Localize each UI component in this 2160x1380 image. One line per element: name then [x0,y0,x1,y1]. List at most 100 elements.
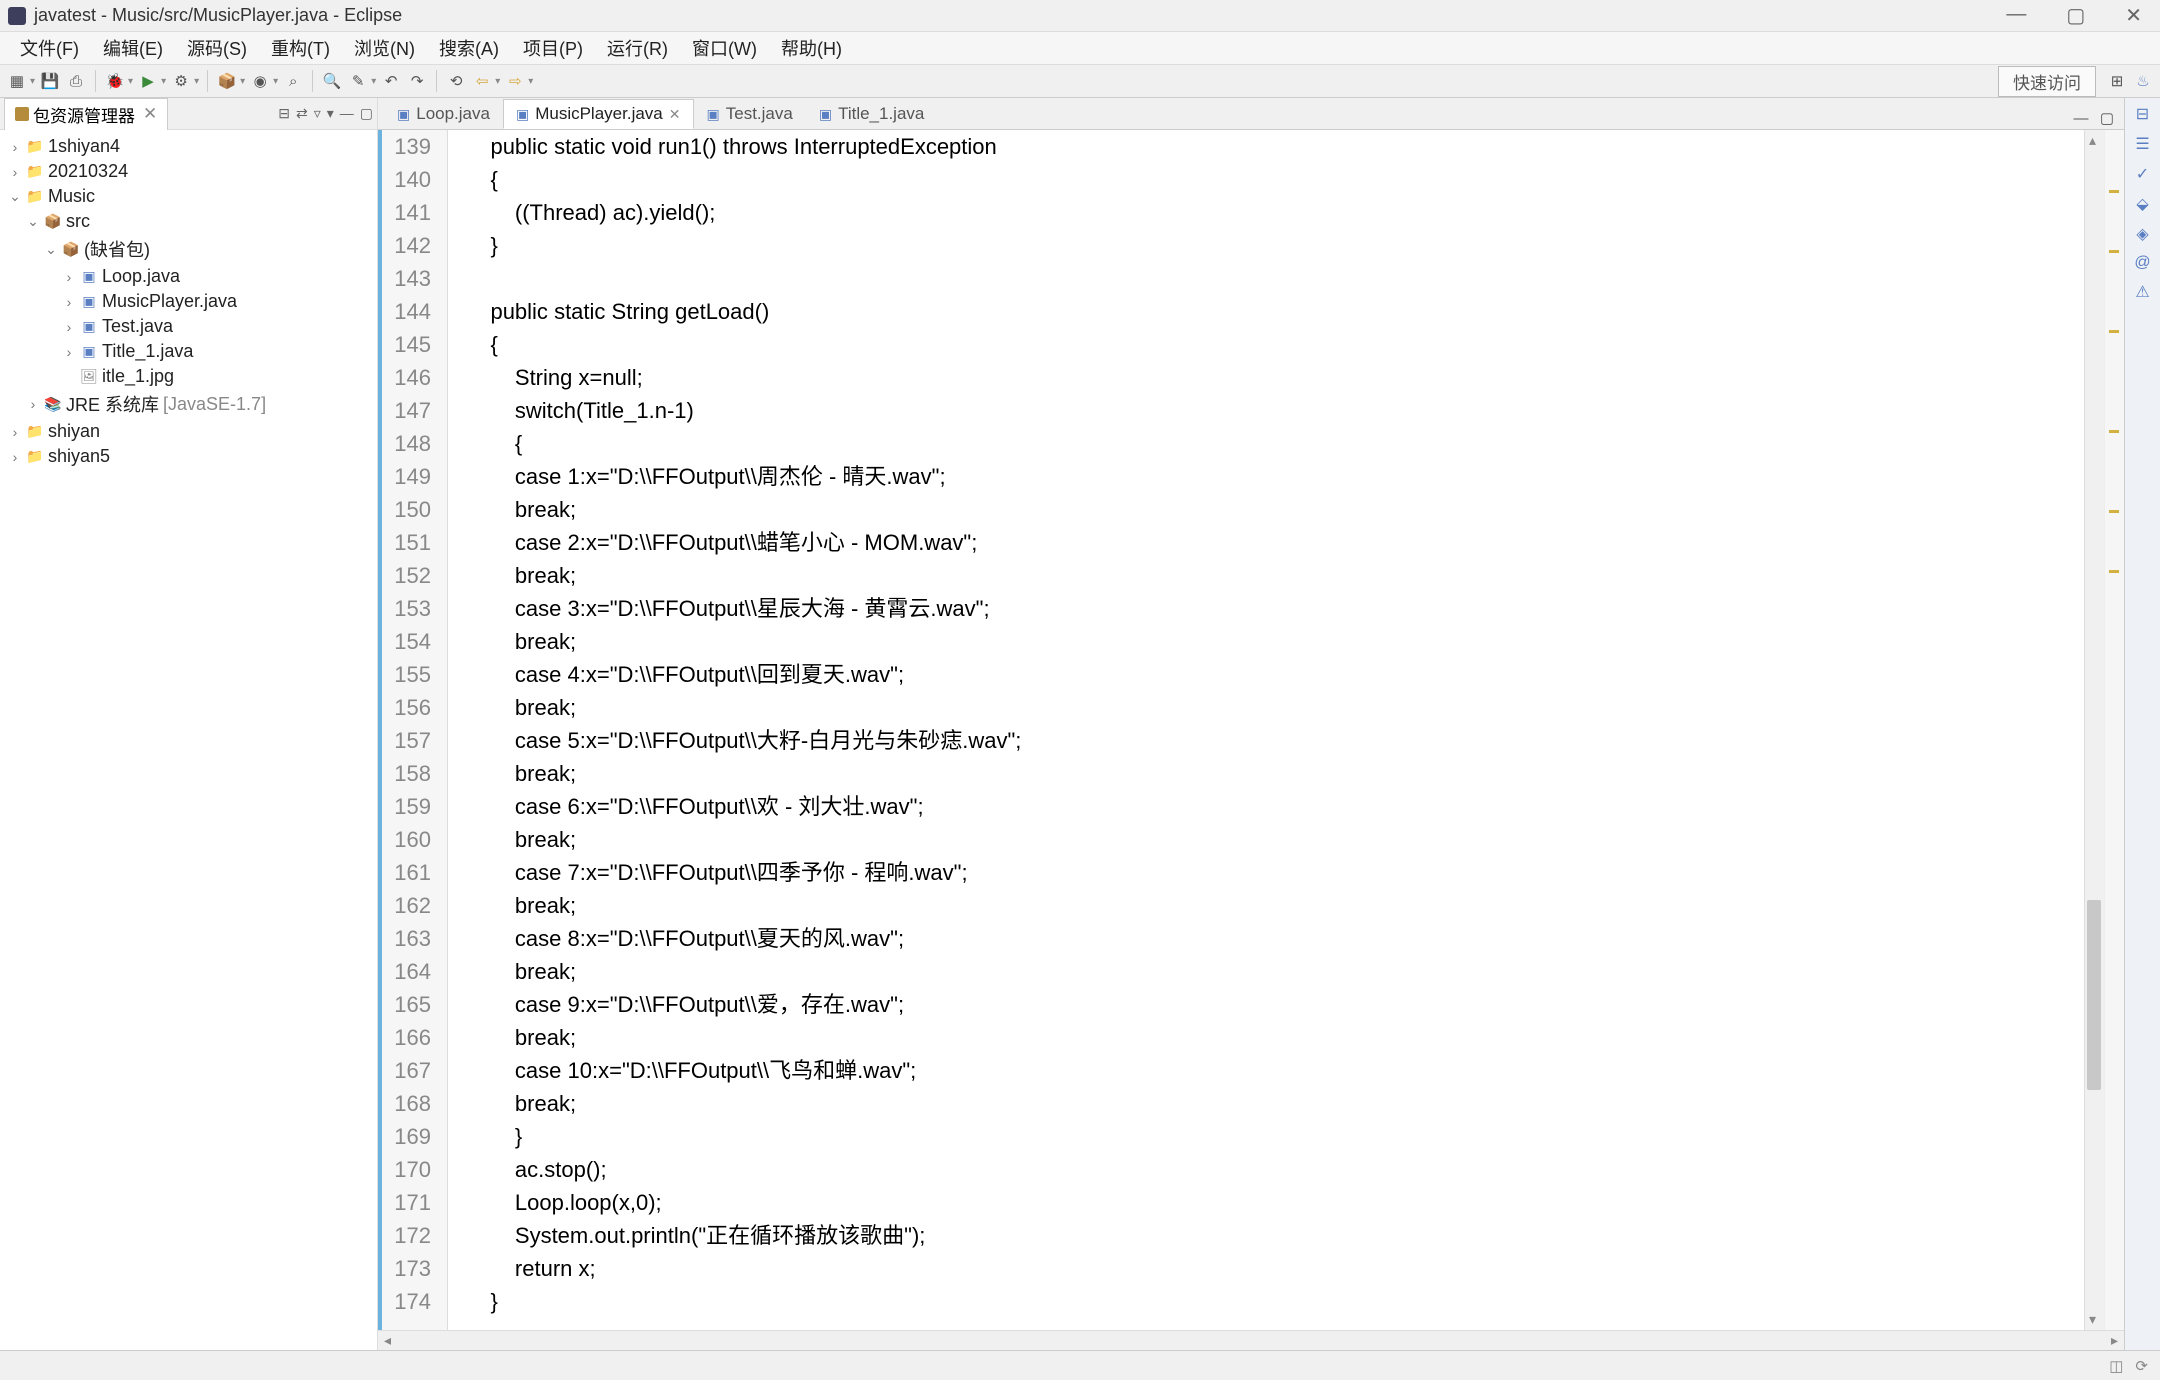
tab-label: Title_1.java [838,104,924,124]
perspective-switcher: ⊞ ♨ [2106,70,2154,92]
toolbar: ▦▾ 💾 ⎙ 🐞▾ ▶▾ ⚙▾ 📦▾ ◉▾ ⌕ 🔍 ✎▾ ↶ ↷ ⟲ ⇦▾ ⇨▾… [0,64,2160,98]
menu-bar: 文件(F)编辑(E)源码(S)重构(T)浏览(N)搜索(A)项目(P)运行(R)… [0,32,2160,64]
save-all-icon[interactable]: ⎙ [65,70,87,92]
package-explorer-tab[interactable]: 包资源管理器 ✕ [4,98,168,130]
collapse-all-icon[interactable]: ⊟ [278,105,290,122]
scroll-down-icon[interactable]: ▾ [2089,1311,2096,1328]
editor-tab[interactable]: ▣ Loop.java [384,99,503,129]
maximize-editor-icon[interactable]: ▢ [2096,107,2118,129]
package-explorer-title: 包资源管理器 [33,102,135,127]
filter-icon[interactable]: ▿ [314,105,321,122]
scroll-left-icon[interactable]: ◂ [378,1332,397,1349]
menu-item[interactable]: 运行(R) [595,31,680,65]
tab-label: Loop.java [416,104,490,124]
editor-tab[interactable]: ▣ Test.java [694,99,806,129]
tree-node[interactable]: ›▣Loop.java [8,264,369,289]
editor-tab[interactable]: ▣ Title_1.java [806,99,938,129]
status-icon-1[interactable]: ◫ [2109,1357,2123,1375]
minimize-editor-icon[interactable]: ― [2070,107,2092,129]
annotation-prev-icon[interactable]: ↶ [380,70,402,92]
package-explorer: 包资源管理器 ✕ ⊟ ⇄ ▿ ▾ ― ▢ ›📁1shiyan4›📁2021032… [0,98,378,1350]
javadoc-icon[interactable]: @ [2134,254,2150,272]
menu-item[interactable]: 重构(T) [259,31,342,65]
tree-node[interactable]: ⌄📁Music [8,184,369,209]
right-toolbar-strip: ⊟ ☰ ✓ ⬙ ◈ @ ⚠ [2124,98,2160,1350]
menu-item[interactable]: 编辑(E) [91,31,175,65]
editor-tab-tools: ― ▢ [2070,107,2124,129]
new-class-icon[interactable]: ◉ [249,70,271,92]
close-button[interactable]: ✕ [2115,3,2152,28]
minimize-button[interactable]: — [1996,3,2036,28]
horizontal-scrollbar[interactable]: ◂ ▸ [378,1330,2124,1350]
close-tab-icon[interactable]: ✕ [143,104,157,124]
declaration-icon[interactable]: ◈ [2136,224,2148,244]
editor-tab-bar: ▣ Loop.java ▣MusicPlayer.java✕ ▣ Test.java ▣ T… [378,98,2124,130]
tree-node[interactable]: ›▣Test.java [8,314,369,339]
status-icon-2[interactable]: ⟳ [2135,1357,2148,1375]
new-icon[interactable]: ▦ [6,70,28,92]
nav-forward-icon[interactable]: ⇨ [504,70,526,92]
tab-label: Test.java [726,104,793,124]
menu-item[interactable]: 窗口(W) [680,31,769,65]
view-menu-icon[interactable]: ▾ [327,105,334,122]
menu-item[interactable]: 源码(S) [175,31,259,65]
nav-back-icon[interactable]: ⇦ [471,70,493,92]
open-perspective-icon[interactable]: ⊞ [2106,70,2128,92]
save-icon[interactable]: 💾 [39,70,61,92]
scrollbar-thumb[interactable] [2087,900,2101,1090]
tree-node[interactable]: ⌄📦(缺省包) [8,234,369,264]
tree-node[interactable]: 🖼itle_1.jpg [8,364,369,389]
package-explorer-tab-bar: 包资源管理器 ✕ ⊟ ⇄ ▿ ▾ ― ▢ [0,98,377,130]
tree-node[interactable]: ›📁1shiyan4 [8,134,369,159]
maximize-view-icon[interactable]: ▢ [360,105,373,122]
last-edit-icon[interactable]: ⟲ [445,70,467,92]
tree-node[interactable]: ›▣Title_1.java [8,339,369,364]
toggle-mark-icon[interactable]: ✎ [347,70,369,92]
outline-icon[interactable]: ☰ [2135,134,2149,154]
java-file-icon: ▣ [707,106,720,123]
annotation-next-icon[interactable]: ↷ [406,70,428,92]
tree-node[interactable]: ›📁shiyan5 [8,444,369,469]
java-file-icon: ▣ [397,106,410,123]
package-tree: ›📁1shiyan4›📁20210324⌄📁Music⌄📦src⌄📦(缺省包)›… [0,130,377,473]
open-type-icon[interactable]: ⌕ [282,70,304,92]
workspace: 包资源管理器 ✕ ⊟ ⇄ ▿ ▾ ― ▢ ›📁1shiyan4›📁2021032… [0,98,2160,1350]
close-tab-icon[interactable]: ✕ [669,106,681,123]
tree-node[interactable]: ›▣MusicPlayer.java [8,289,369,314]
scroll-right-icon[interactable]: ▸ [2105,1332,2124,1349]
hierarchy-icon[interactable]: ⬙ [2136,194,2148,214]
tree-node[interactable]: ›📁shiyan [8,419,369,444]
editor-tab[interactable]: ▣MusicPlayer.java✕ [503,99,694,129]
title-bar: javatest - Music/src/MusicPlayer.java - … [0,0,2160,32]
new-package-icon[interactable]: 📦 [216,70,238,92]
problems-icon[interactable]: ⚠ [2135,282,2149,302]
overview-ruler[interactable] [2104,130,2124,1330]
vertical-scrollbar[interactable]: ▴ ▾ [2084,130,2104,1330]
link-editor-icon[interactable]: ⇄ [296,105,308,122]
tree-node[interactable]: ›📚JRE 系统库 [JavaSE-1.7] [8,389,369,419]
menu-item[interactable]: 项目(P) [511,31,595,65]
search-icon[interactable]: 🔍 [321,70,343,92]
package-explorer-tools: ⊟ ⇄ ▿ ▾ ― ▢ [278,105,373,122]
menu-item[interactable]: 浏览(N) [342,31,427,65]
editor-area: ▣ Loop.java ▣MusicPlayer.java✕ ▣ Test.java ▣ T… [378,98,2124,1350]
menu-item[interactable]: 文件(F) [8,31,91,65]
tree-node[interactable]: ›📁20210324 [8,159,369,184]
code-editor[interactable]: public static void run1() throws Interru… [448,130,2084,1330]
external-tools-icon[interactable]: ⚙ [170,70,192,92]
menu-item[interactable]: 帮助(H) [769,31,854,65]
menu-item[interactable]: 搜索(A) [427,31,511,65]
quick-access-input[interactable]: 快速访问 [1998,66,2096,97]
task-list-icon[interactable]: ✓ [2136,164,2149,184]
scroll-up-icon[interactable]: ▴ [2089,132,2096,149]
debug-icon[interactable]: 🐞 [104,70,126,92]
minimize-view-icon[interactable]: ― [340,105,354,122]
java-perspective-icon[interactable]: ♨ [2132,70,2154,92]
java-file-icon: ▣ [819,106,832,123]
run-icon[interactable]: ▶ [137,70,159,92]
restore-view-icon[interactable]: ⊟ [2136,104,2149,124]
status-bar: ◫ ⟳ [0,1350,2160,1380]
maximize-button[interactable]: ▢ [2056,3,2095,28]
tree-node[interactable]: ⌄📦src [8,209,369,234]
line-gutter[interactable]: 1391401411421431441451461471481491501511… [378,130,448,1330]
